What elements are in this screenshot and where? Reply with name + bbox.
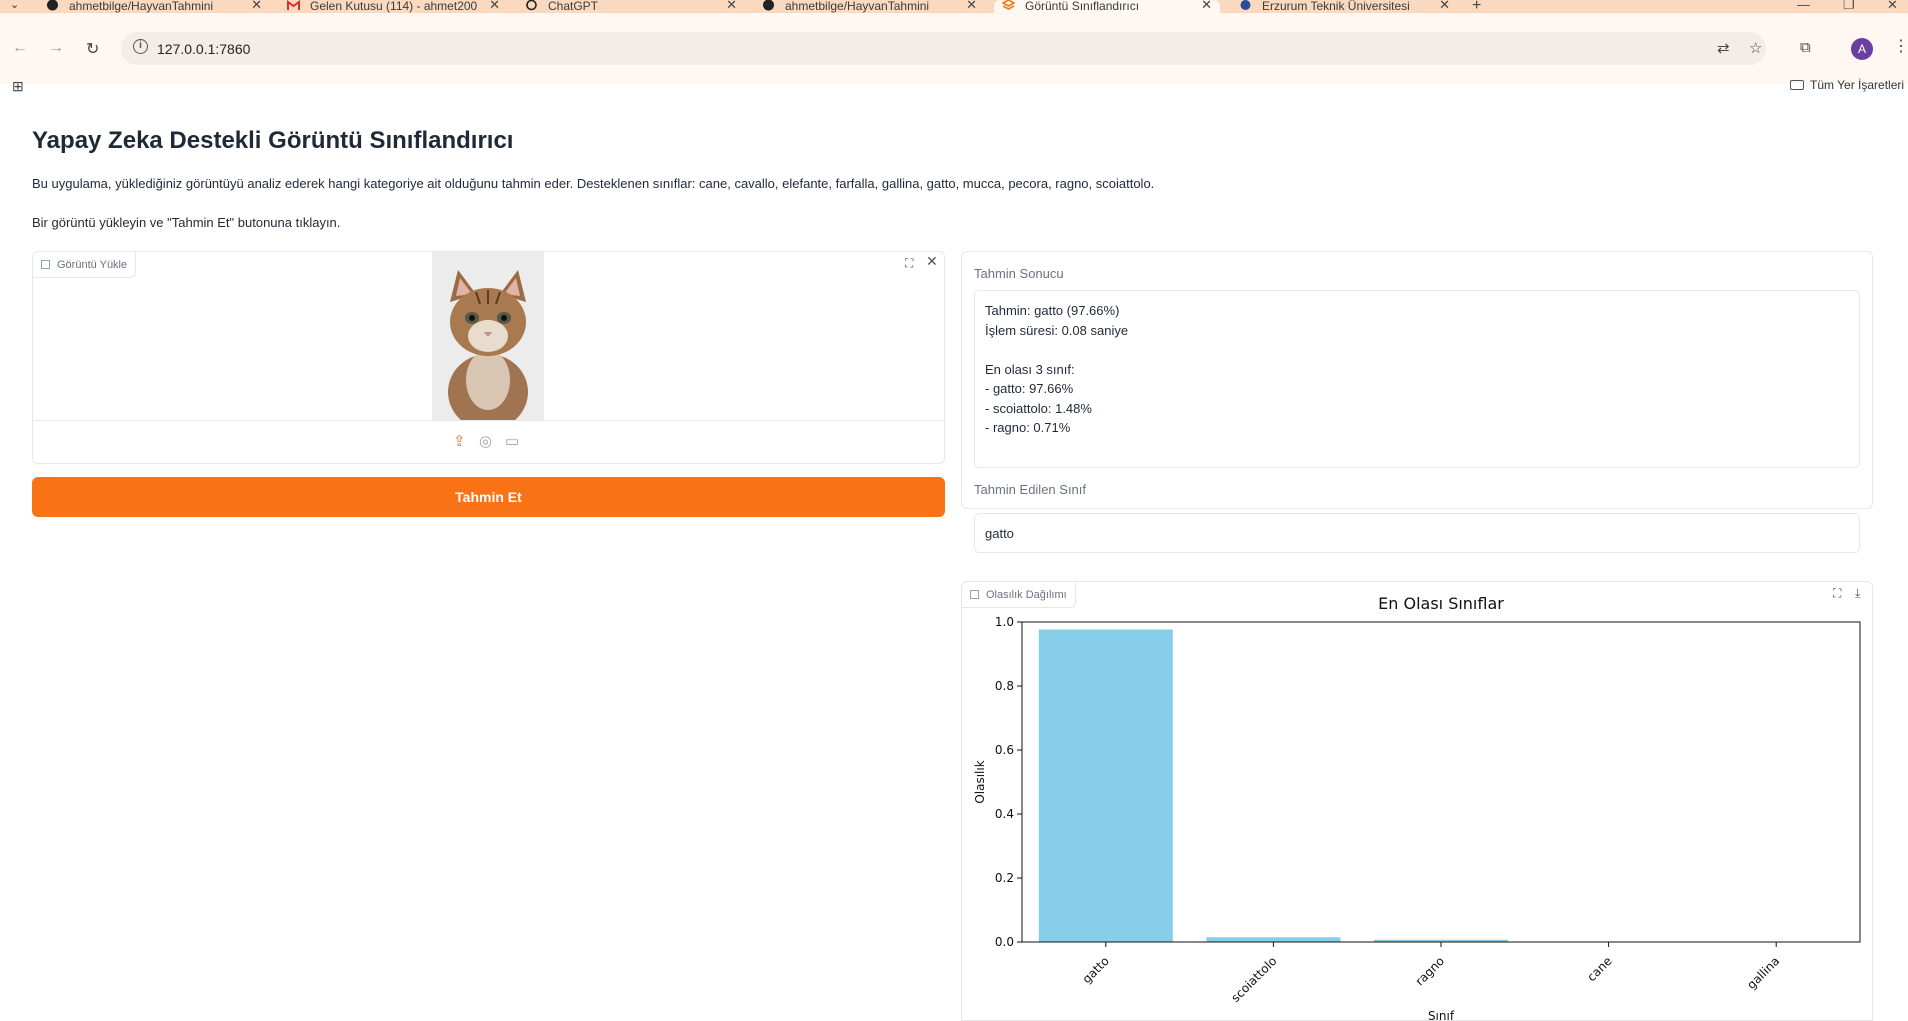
x-tick-label: gallina	[1744, 954, 1782, 992]
app-page: Yapay Zeka Destekli Görüntü Sınıflandırı…	[0, 105, 1908, 1021]
x-tick-label: cane	[1584, 954, 1614, 984]
y-tick-label: 0.2	[995, 871, 1014, 885]
upload-label: Görüntü Yükle	[33, 252, 137, 278]
close-icon[interactable]: ✕	[251, 0, 262, 11]
window-close-icon[interactable]: ✕	[1887, 0, 1898, 13]
upload-icon[interactable]: ⇪	[453, 432, 466, 450]
image-upload[interactable]: Görüntü Yükle ⛶ ✕ ⇪ ◎ ▭	[32, 251, 945, 464]
y-tick-label: 0.4	[995, 807, 1014, 821]
upload-divider	[33, 420, 944, 421]
site-info-icon[interactable]: i	[133, 39, 148, 54]
reload-icon[interactable]: ↻	[86, 39, 99, 59]
gmail-icon	[287, 0, 300, 11]
x-tick-label: ragno	[1413, 954, 1448, 989]
result-panel: Tahmin Sonucu Tahmin: gatto (97.66%) İşl…	[961, 251, 1873, 509]
minimize-icon[interactable]: —	[1797, 0, 1810, 12]
github-icon	[46, 0, 59, 11]
close-icon[interactable]: ✕	[726, 0, 737, 11]
webcam-icon[interactable]: ◎	[479, 432, 492, 450]
forward-icon[interactable]: →	[48, 39, 64, 57]
result-label: Tahmin Sonucu	[974, 266, 1064, 281]
kitten-image	[432, 252, 544, 420]
tab-goruntu-siniflandirici[interactable]: Görüntü Sınıflandırıcı ✕	[994, 0, 1220, 13]
tab-search-chevron-icon[interactable]: ⌄	[10, 0, 19, 11]
chart-title: En Olası Sınıflar	[1378, 594, 1504, 613]
tab-gmail[interactable]: Gelen Kutusu (114) - ahmet200 ✕	[287, 0, 500, 13]
predicted-class-label: Tahmin Edilen Sınıf	[974, 482, 1087, 497]
image-icon	[41, 260, 50, 269]
university-icon	[1239, 0, 1252, 11]
bar-chart: En Olası Sınıflar gatto scoiattolo ragno can…	[973, 594, 1861, 1021]
clear-image-icon[interactable]: ✕	[926, 253, 938, 270]
close-icon[interactable]: ✕	[1201, 0, 1212, 11]
apps-grid-icon[interactable]: ⊞	[12, 78, 24, 95]
x-axis-label: Sınıf	[1428, 1009, 1455, 1021]
result-textbox[interactable]: Tahmin: gatto (97.66%) İşlem süresi: 0.0…	[974, 290, 1860, 468]
menu-icon[interactable]: ⋮	[1893, 36, 1908, 56]
back-icon[interactable]: ←	[12, 39, 28, 57]
y-tick-label: 0.8	[995, 679, 1014, 693]
url-text[interactable]: 127.0.0.1:7860	[157, 41, 250, 57]
close-icon[interactable]: ✕	[966, 0, 977, 11]
predict-button[interactable]: Tahmin Et	[32, 477, 945, 517]
close-icon[interactable]: ✕	[489, 0, 500, 11]
y-tick-label: 1.0	[995, 615, 1014, 629]
github-icon	[762, 0, 775, 11]
x-tick-label: gatto	[1080, 954, 1112, 986]
y-tick-label: 0.6	[995, 743, 1014, 757]
restore-icon[interactable]: ❐	[1843, 0, 1855, 13]
page-title: Yapay Zeka Destekli Görüntü Sınıflandırı…	[32, 127, 514, 154]
y-tick-label: 0.0	[995, 935, 1014, 949]
tab-strip: ⌄ ahmetbilge/HayvanTahmini ✕ Gelen Kutus…	[0, 0, 1908, 14]
page-description: Bu uygulama, yüklediğiniz görüntüyü anal…	[32, 176, 1155, 191]
x-tick-label: scoiattolo	[1228, 954, 1279, 1005]
all-bookmarks[interactable]: Tüm Yer İşaretleri	[1790, 78, 1904, 92]
address-bar[interactable]: i 127.0.0.1:7860	[121, 32, 1766, 65]
gradio-icon	[1001, 0, 1016, 11]
fullscreen-icon[interactable]: ⛶	[905, 256, 913, 271]
bar-scoiattolo	[1206, 937, 1341, 942]
y-axis-label: Olasılık	[973, 760, 987, 803]
close-icon[interactable]: ✕	[1439, 0, 1450, 11]
extensions-icon[interactable]: ⧉	[1800, 39, 1811, 56]
clipboard-icon[interactable]: ▭	[505, 432, 519, 450]
uploaded-image	[432, 252, 544, 420]
bookmark-star-icon[interactable]: ☆	[1749, 39, 1762, 57]
predicted-class-textbox[interactable]: gatto	[974, 513, 1860, 553]
chatgpt-icon	[525, 0, 538, 11]
bar-gatto	[1038, 629, 1173, 942]
page-instruction: Bir görüntü yükleyin ve "Tahmin Et" buto…	[32, 215, 341, 230]
tab-hayvantahmini-1[interactable]: ahmetbilge/HayvanTahmini ✕	[46, 0, 262, 13]
folder-icon	[1790, 80, 1804, 90]
translate-icon[interactable]: ⇄	[1717, 39, 1730, 57]
profile-avatar[interactable]: A	[1851, 38, 1873, 60]
probability-plot: Olasılık Dağılımı ⛶ ⤓ En Olası Sınıflar g…	[961, 581, 1873, 1021]
tab-hayvantahmini-2[interactable]: ahmetbilge/HayvanTahmini ✕	[762, 0, 977, 13]
tab-chatgpt[interactable]: ChatGPT ✕	[525, 0, 737, 13]
tab-erzurum-teknik[interactable]: Erzurum Teknik Üniversitesi ✕	[1239, 0, 1450, 13]
